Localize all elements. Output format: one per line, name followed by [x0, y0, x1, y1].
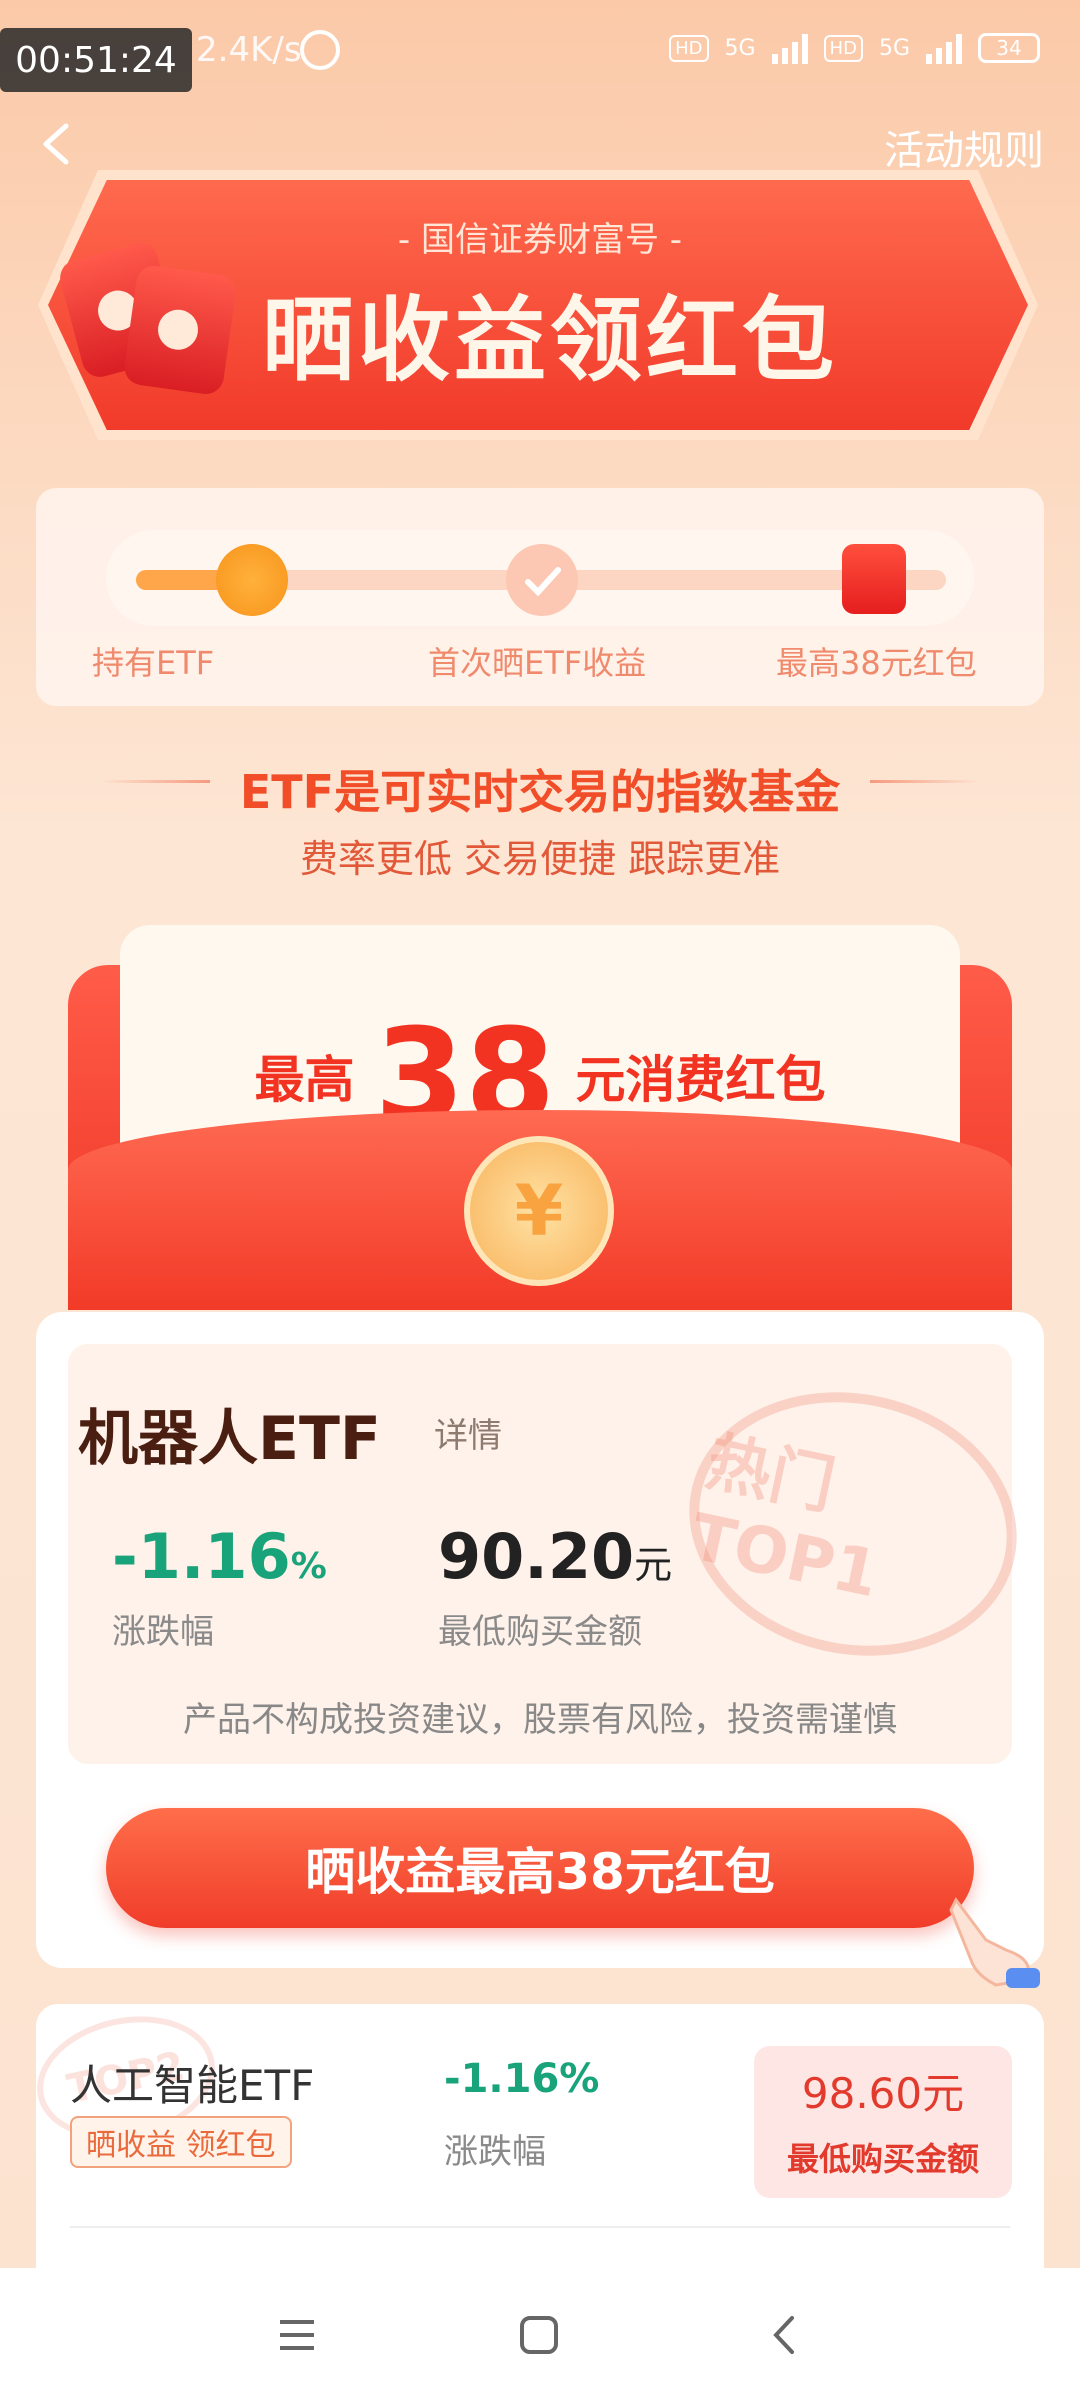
signal-icon — [771, 32, 808, 64]
alarm-icon — [300, 30, 340, 70]
subheadline: 费率更低 交易便捷 跟踪更准 — [299, 837, 781, 881]
fund-name: 人工智能ETF — [70, 2061, 315, 2110]
home-icon[interactable] — [514, 2310, 564, 2360]
share-earnings-button[interactable]: 晒收益最高38元红包 — [106, 1808, 974, 1928]
network-type: 5G — [878, 35, 910, 61]
step-label: 最高38元红包 — [776, 644, 977, 682]
step-label: 首次晒ETF收益 — [428, 644, 647, 682]
min-purchase-amount: 90.20元 — [438, 1520, 673, 1593]
fund-name: 机器人ETF — [78, 1404, 381, 1474]
status-bar: 00:51:24 2.4K/s HD 5G HD 5G 34 — [0, 0, 1080, 96]
banner-subtitle: - 国信证券财富号 - — [397, 220, 683, 260]
yuan-coin-icon: ¥ — [464, 1136, 614, 1286]
offer-prefix: 最高 — [254, 1051, 355, 1109]
running-icon — [216, 544, 288, 616]
progress-card: 持有ETF 首次晒ETF收益 最高38元红包 — [36, 488, 1044, 706]
signal-group: HD 5G HD 5G 34 — [669, 32, 1040, 64]
menu-icon[interactable] — [272, 2310, 322, 2360]
back-icon[interactable] — [760, 2310, 810, 2360]
recording-timer: 00:51:24 — [0, 28, 192, 92]
divider — [70, 2226, 1010, 2228]
pointing-hand-icon — [949, 1897, 1040, 1988]
red-packet-icon — [122, 263, 238, 397]
change-label: 涨跌幅 — [444, 2132, 546, 2172]
headline: ETF是可实时交易的指数基金 — [239, 765, 841, 819]
hd-icon: HD — [823, 34, 863, 62]
risk-disclaimer: 产品不构成投资建议，股票有风险，投资需谨慎 — [183, 1700, 897, 1740]
change-label: 涨跌幅 — [112, 1612, 214, 1652]
promo-badge: 晒收益 领红包 — [70, 2116, 292, 2168]
change-percent: -1.16% — [444, 2056, 600, 2102]
activity-rules-link[interactable]: 活动规则 — [884, 118, 1044, 176]
red-packet-icon — [842, 544, 906, 614]
min-purchase-label: 最低购买金额 — [438, 1612, 642, 1652]
hd-icon: HD — [669, 34, 709, 62]
min-purchase-label: 最低购买金额 — [786, 2140, 979, 2178]
min-purchase-amount: 98.60元 — [801, 2069, 965, 2118]
step-label: 持有ETF — [92, 644, 215, 682]
battery-icon: 34 — [978, 33, 1040, 63]
check-icon — [506, 544, 578, 616]
offer-suffix: 元消费红包 — [575, 1051, 826, 1109]
top1-stamp: 热门TOP1 — [664, 1362, 1042, 1686]
signal-icon — [926, 32, 962, 64]
back-arrow-icon[interactable] — [36, 122, 80, 166]
system-nav-bar — [0, 2268, 1080, 2400]
change-percent: -1.16% — [112, 1520, 327, 1593]
network-speed: 2.4K/s — [196, 30, 302, 70]
network-type: 5G — [724, 35, 756, 61]
detail-link[interactable]: 详情 — [434, 1408, 502, 1457]
banner-title: 晒收益领红包 — [262, 287, 839, 394]
